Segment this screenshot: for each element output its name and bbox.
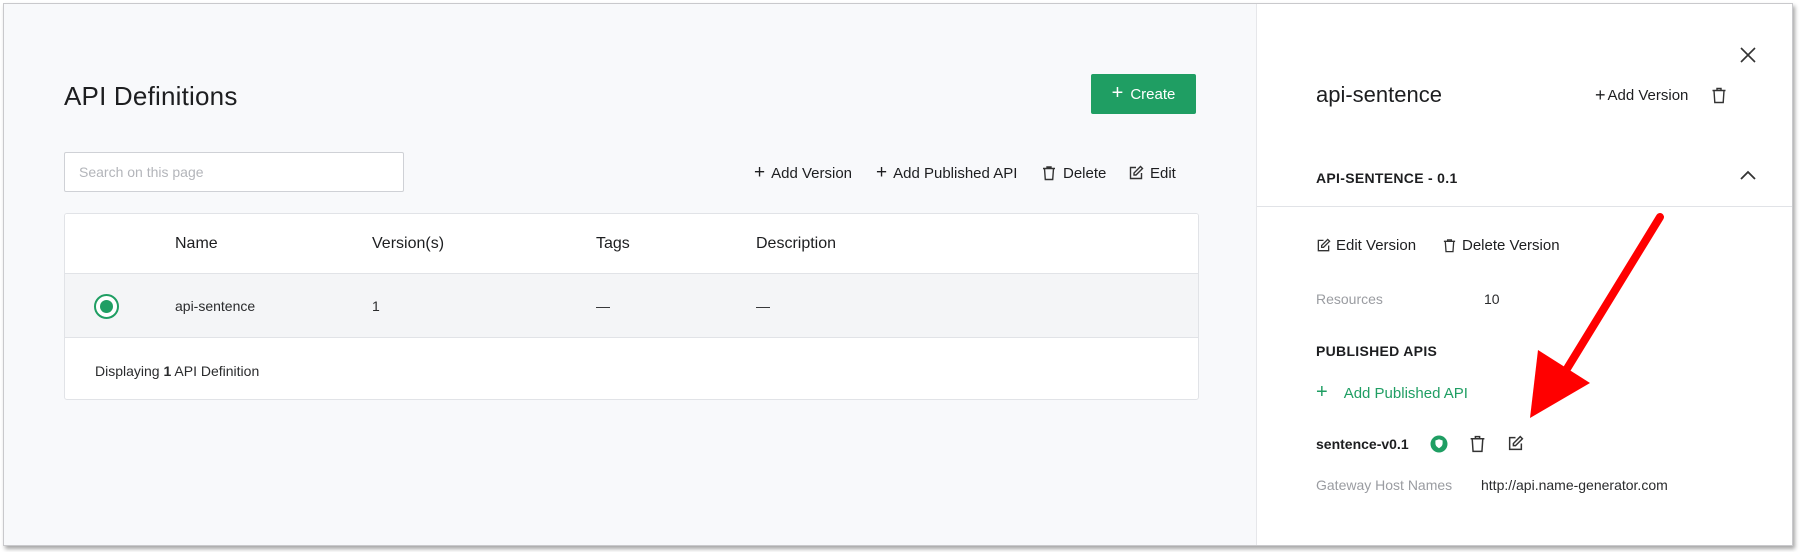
plus-icon: + <box>754 161 766 183</box>
gateway-host-names-label: Gateway Host Names <box>1316 477 1453 493</box>
cell-name: api-sentence <box>175 298 256 314</box>
edit-label: Edit <box>1150 164 1176 182</box>
add-published-api-button[interactable]: + Add Published API <box>876 161 1018 183</box>
cell-tags: — <box>596 298 610 314</box>
trash-icon <box>1443 239 1456 253</box>
table-footer: Displaying 1 API Definition <box>95 363 259 379</box>
main-content: API Definitions + Create + Add Version +… <box>4 4 1256 545</box>
published-apis-heading: PUBLISHED APIS <box>1316 343 1438 359</box>
published-api-name: sentence-v0.1 <box>1316 436 1409 452</box>
trash-icon <box>1043 166 1055 181</box>
add-version-button[interactable]: + Add Version <box>754 161 852 183</box>
version-accordion-header[interactable]: API-SENTENCE - 0.1 <box>1257 147 1792 207</box>
delete-label: Delete <box>1063 164 1107 182</box>
cell-versions: 1 <box>372 298 380 314</box>
edit-icon <box>1129 165 1144 180</box>
plus-icon: + <box>1595 84 1606 105</box>
search-input[interactable] <box>64 152 404 192</box>
edit-icon[interactable] <box>1507 435 1524 452</box>
create-button-label: Create <box>1130 85 1176 103</box>
panel-add-published-api-label: Add Published API <box>1343 384 1468 402</box>
details-panel: api-sentence + Add Version API-SENTENCE … <box>1256 4 1792 545</box>
cell-description: — <box>756 298 770 314</box>
column-header-description: Description <box>756 235 837 252</box>
table-header: Name Version(s) Tags Description <box>65 214 1198 274</box>
delete-button[interactable]: Delete <box>1041 165 1106 182</box>
panel-add-published-api-button[interactable]: + Add Published API <box>1316 381 1468 403</box>
app-window: API Definitions + Create + Add Version +… <box>3 3 1793 546</box>
delete-version-button[interactable]: Delete Version <box>1442 237 1560 254</box>
plus-icon: + <box>1316 381 1328 403</box>
column-header-tags: Tags <box>596 235 630 252</box>
footer-count: 1 <box>163 363 172 379</box>
trash-icon[interactable] <box>1711 87 1727 104</box>
plus-icon: + <box>1111 82 1124 104</box>
resources-label: Resources <box>1316 291 1383 307</box>
edit-version-button[interactable]: Edit Version <box>1316 237 1416 254</box>
add-published-api-label: Add Published API <box>893 164 1018 182</box>
create-button[interactable]: + Create <box>1091 74 1196 114</box>
resources-value: 10 <box>1484 291 1500 307</box>
column-header-versions: Version(s) <box>372 235 445 252</box>
column-header-name: Name <box>175 235 218 252</box>
footer-suffix: API Definition <box>174 363 260 379</box>
gateway-host-names-value: http://api.name-generator.com <box>1481 477 1668 493</box>
close-icon[interactable] <box>1739 46 1757 64</box>
page-title: API Definitions <box>64 81 238 111</box>
plus-icon: + <box>876 161 888 183</box>
edit-version-label: Edit Version <box>1336 237 1417 254</box>
chevron-up-icon[interactable] <box>1740 169 1756 181</box>
trash-icon[interactable] <box>1469 435 1486 453</box>
row-select-radio[interactable] <box>94 294 119 319</box>
edit-icon <box>1317 238 1331 252</box>
panel-title: api-sentence <box>1316 82 1442 107</box>
add-version-label: Add Version <box>771 164 852 182</box>
edit-button[interactable]: Edit <box>1128 165 1176 182</box>
panel-add-version-label: Add Version <box>1607 87 1689 104</box>
panel-add-version-button[interactable]: + Add Version <box>1595 84 1689 105</box>
version-title: API-SENTENCE - 0.1 <box>1316 170 1458 186</box>
table-row[interactable]: api-sentence 1 — — <box>65 274 1198 338</box>
footer-prefix: Displaying <box>95 363 160 379</box>
shield-icon[interactable] <box>1429 434 1449 454</box>
api-definitions-table: Name Version(s) Tags Description api-sen… <box>64 213 1199 400</box>
delete-version-label: Delete Version <box>1462 237 1560 254</box>
